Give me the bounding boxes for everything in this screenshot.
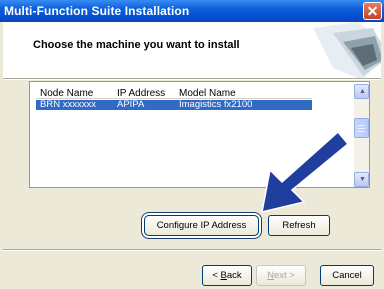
header-panel: Choose the machine you want to install — [3, 22, 381, 78]
cell-node-name[interactable]: BRN xxxxxxx — [40, 100, 96, 110]
footer-separator — [3, 249, 381, 251]
refresh-button[interactable]: Refresh — [268, 215, 330, 236]
chevron-down-icon: ▼ — [359, 176, 366, 183]
vertical-scrollbar[interactable]: ▲ ▼ — [354, 84, 369, 187]
back-button-rest: ack — [226, 270, 242, 281]
scroll-thumb[interactable] — [354, 118, 369, 138]
chevron-up-icon: ▲ — [359, 88, 366, 95]
cancel-button[interactable]: Cancel — [320, 265, 374, 286]
next-button-accel: N — [267, 270, 274, 281]
configure-ip-button[interactable]: Configure IP Address — [144, 215, 259, 236]
window-title: Multi-Function Suite Installation — [4, 4, 190, 18]
scroll-down-button[interactable]: ▼ — [354, 172, 369, 187]
next-button-rest: ext > — [274, 270, 295, 281]
title-bar[interactable]: Multi-Function Suite Installation — [0, 0, 384, 22]
instruction-text: Choose the machine you want to install — [33, 39, 240, 51]
back-button-prefix: < — [212, 270, 221, 281]
pointer-arrow-icon — [261, 130, 350, 213]
wizard-graphic-icon — [313, 22, 381, 78]
next-button[interactable]: Next > — [256, 265, 306, 286]
close-icon[interactable] — [363, 2, 382, 20]
cell-model-name[interactable]: Imagistics fx2100 — [179, 100, 252, 110]
cell-ip-address[interactable]: APIPA — [117, 100, 144, 110]
header-separator — [3, 78, 381, 80]
back-button[interactable]: < Back — [202, 265, 252, 286]
scroll-up-button[interactable]: ▲ — [354, 84, 369, 99]
installer-window: Multi-Function Suite Installation Choose… — [0, 0, 384, 289]
